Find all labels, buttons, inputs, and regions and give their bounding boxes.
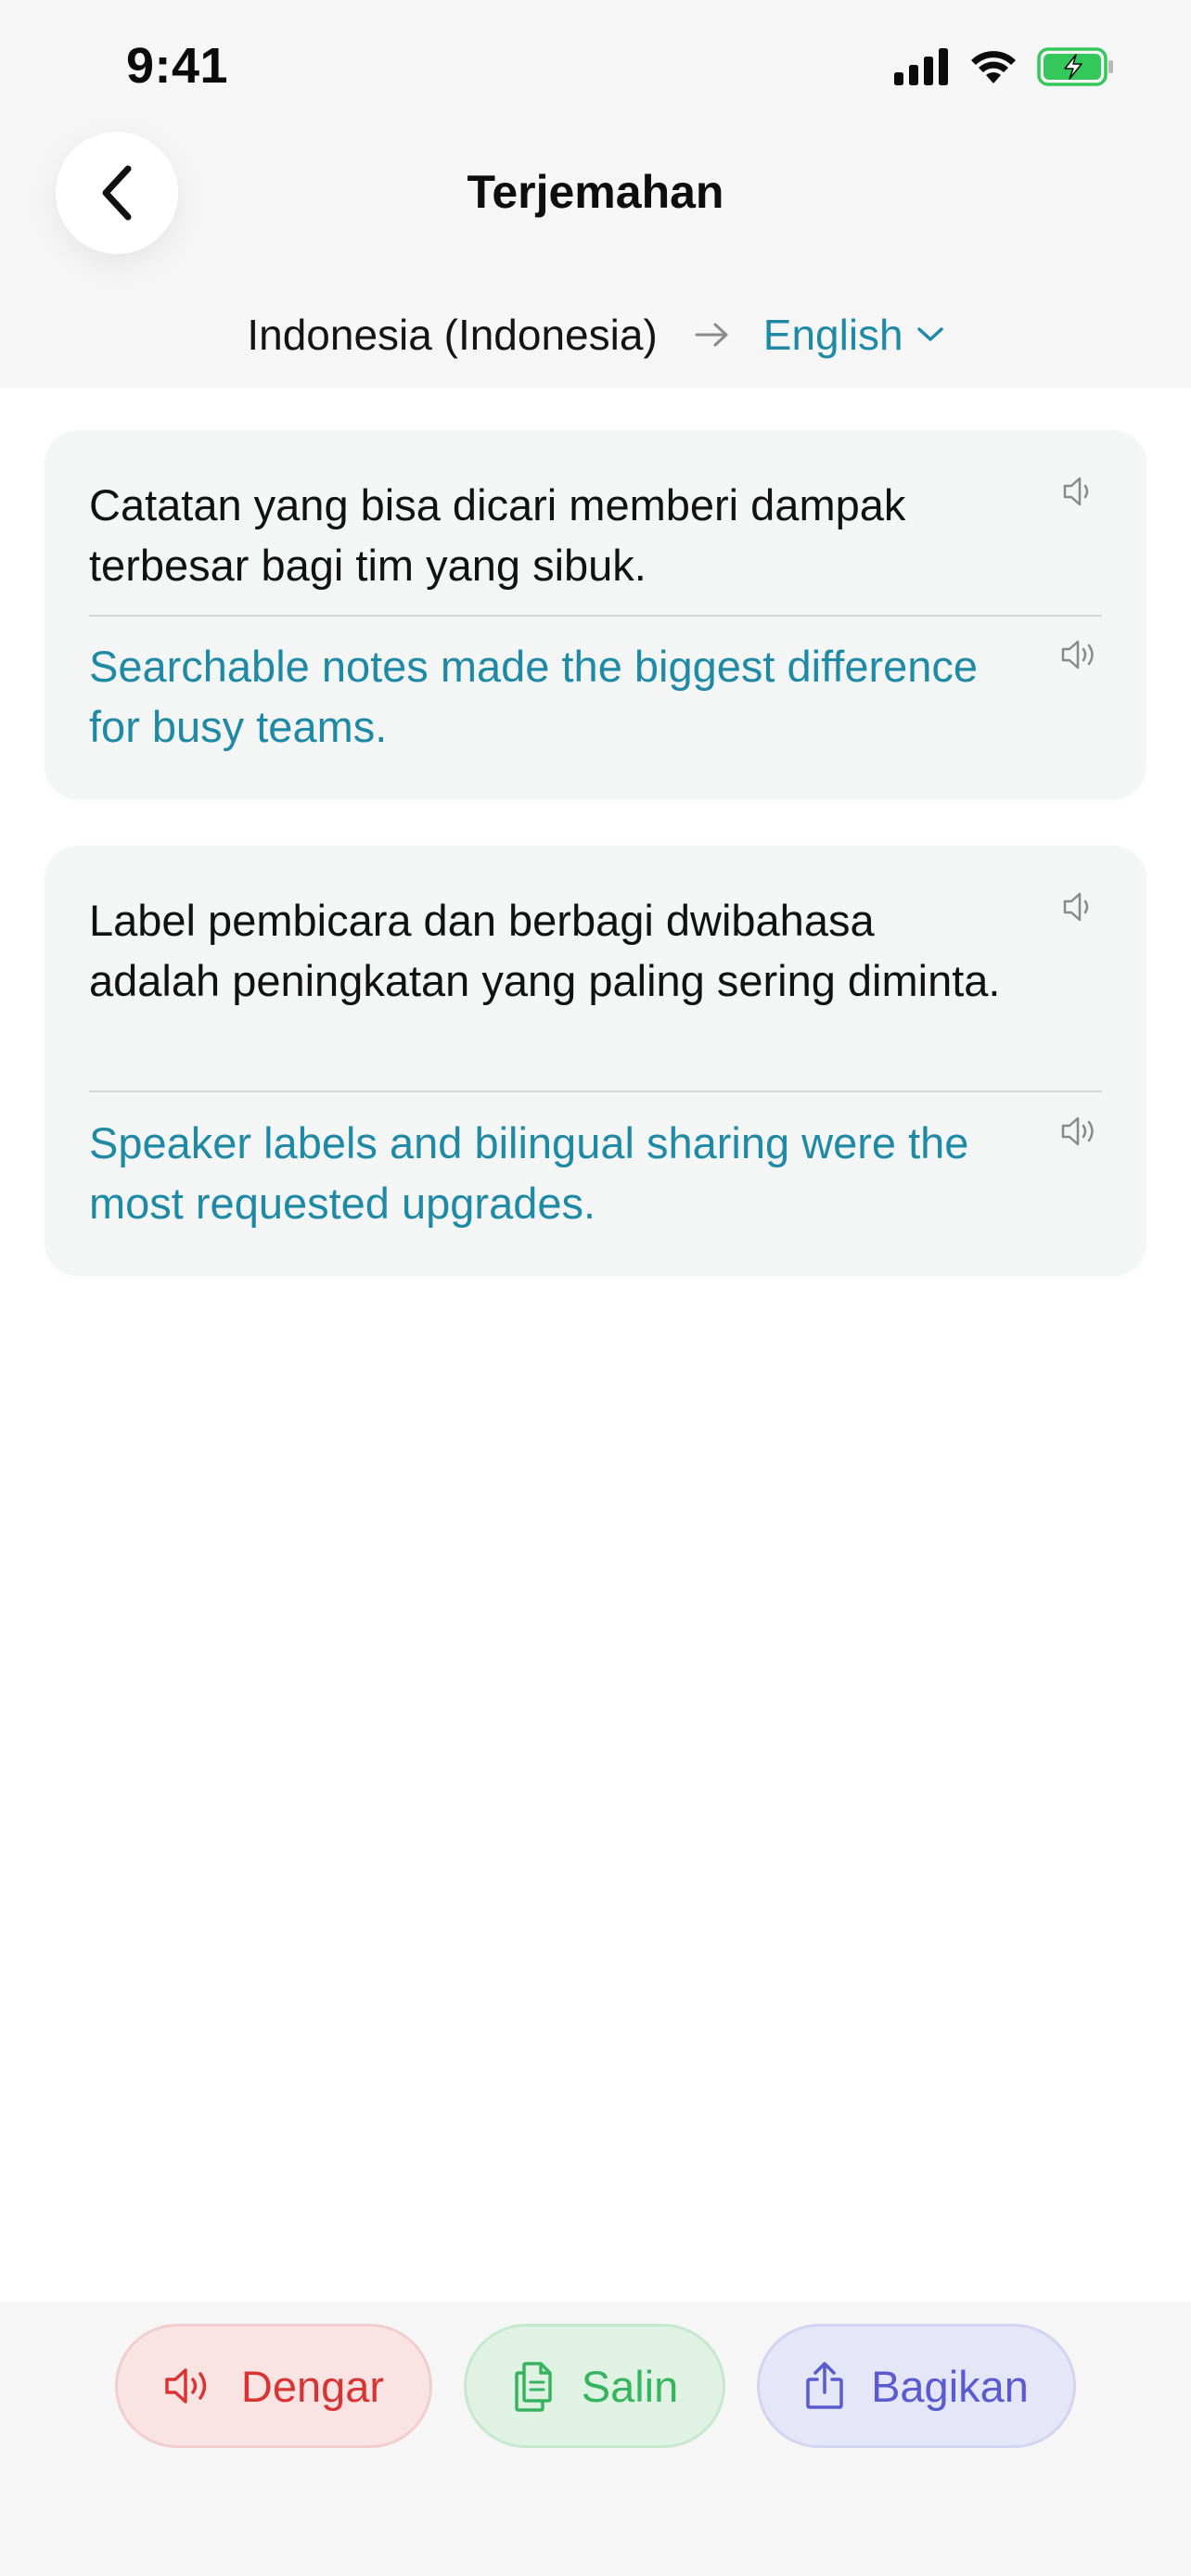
translation-screen: 9:41 Terjemahan Indonesia (Indonesia) En… <box>0 0 1191 2576</box>
speak-target-button[interactable] <box>1057 632 1102 677</box>
arrow-right-icon <box>695 322 730 348</box>
speaker-icon <box>1063 892 1089 922</box>
speaker-icon <box>1061 1116 1094 1146</box>
target-language: English <box>762 311 903 359</box>
page-title: Terjemahan <box>467 166 724 218</box>
speak-source-button[interactable] <box>1057 469 1102 514</box>
status-time: 9:41 <box>126 38 229 94</box>
divider <box>89 1090 1102 1092</box>
share-icon <box>806 2362 843 2409</box>
cellular-signal-icon <box>894 48 948 85</box>
speaker-icon <box>1061 640 1094 670</box>
speak-source-button[interactable] <box>1057 885 1102 929</box>
wifi-icon <box>971 51 1016 83</box>
share-button[interactable]: Bagikan <box>757 2324 1076 2448</box>
speak-target-button[interactable] <box>1057 1109 1102 1154</box>
divider <box>89 615 1102 617</box>
header-area: 9:41 Terjemahan Indonesia (Indonesia) En… <box>0 0 1191 388</box>
action-bar: Dengar Salin Bagikan <box>0 2302 1191 2576</box>
speaker-icon <box>1063 477 1089 506</box>
source-text: Catatan yang bisa dicari memberi dampak … <box>89 480 906 590</box>
target-text: Speaker labels and bilingual sharing wer… <box>89 1118 969 1228</box>
speaker-icon <box>165 2368 207 2404</box>
chevron-down-icon <box>916 327 943 341</box>
status-bar: 9:41 <box>0 0 1191 130</box>
status-icons <box>894 45 1115 89</box>
listen-button[interactable]: Dengar <box>115 2324 432 2448</box>
copy-button[interactable]: Salin <box>464 2324 725 2448</box>
target-text: Searchable notes made the biggest differ… <box>89 642 979 751</box>
target-language-dropdown[interactable]: English <box>763 310 944 360</box>
translation-card: Label pembicara dan berbagi dwibahasa ad… <box>45 846 1146 1276</box>
translation-card: Catatan yang bisa dicari memberi dampak … <box>45 430 1146 799</box>
language-selector: Indonesia (Indonesia) English <box>0 302 1191 367</box>
listen-label: Dengar <box>240 2361 385 2411</box>
source-text: Label pembicara dan berbagi dwibahasa ad… <box>89 896 1001 1005</box>
copy-label: Salin <box>581 2361 679 2411</box>
share-label: Bagikan <box>871 2361 1029 2411</box>
copy-icon <box>514 2362 552 2412</box>
battery-charging-icon <box>1037 47 1113 86</box>
source-language: Indonesia (Indonesia) <box>247 311 658 359</box>
